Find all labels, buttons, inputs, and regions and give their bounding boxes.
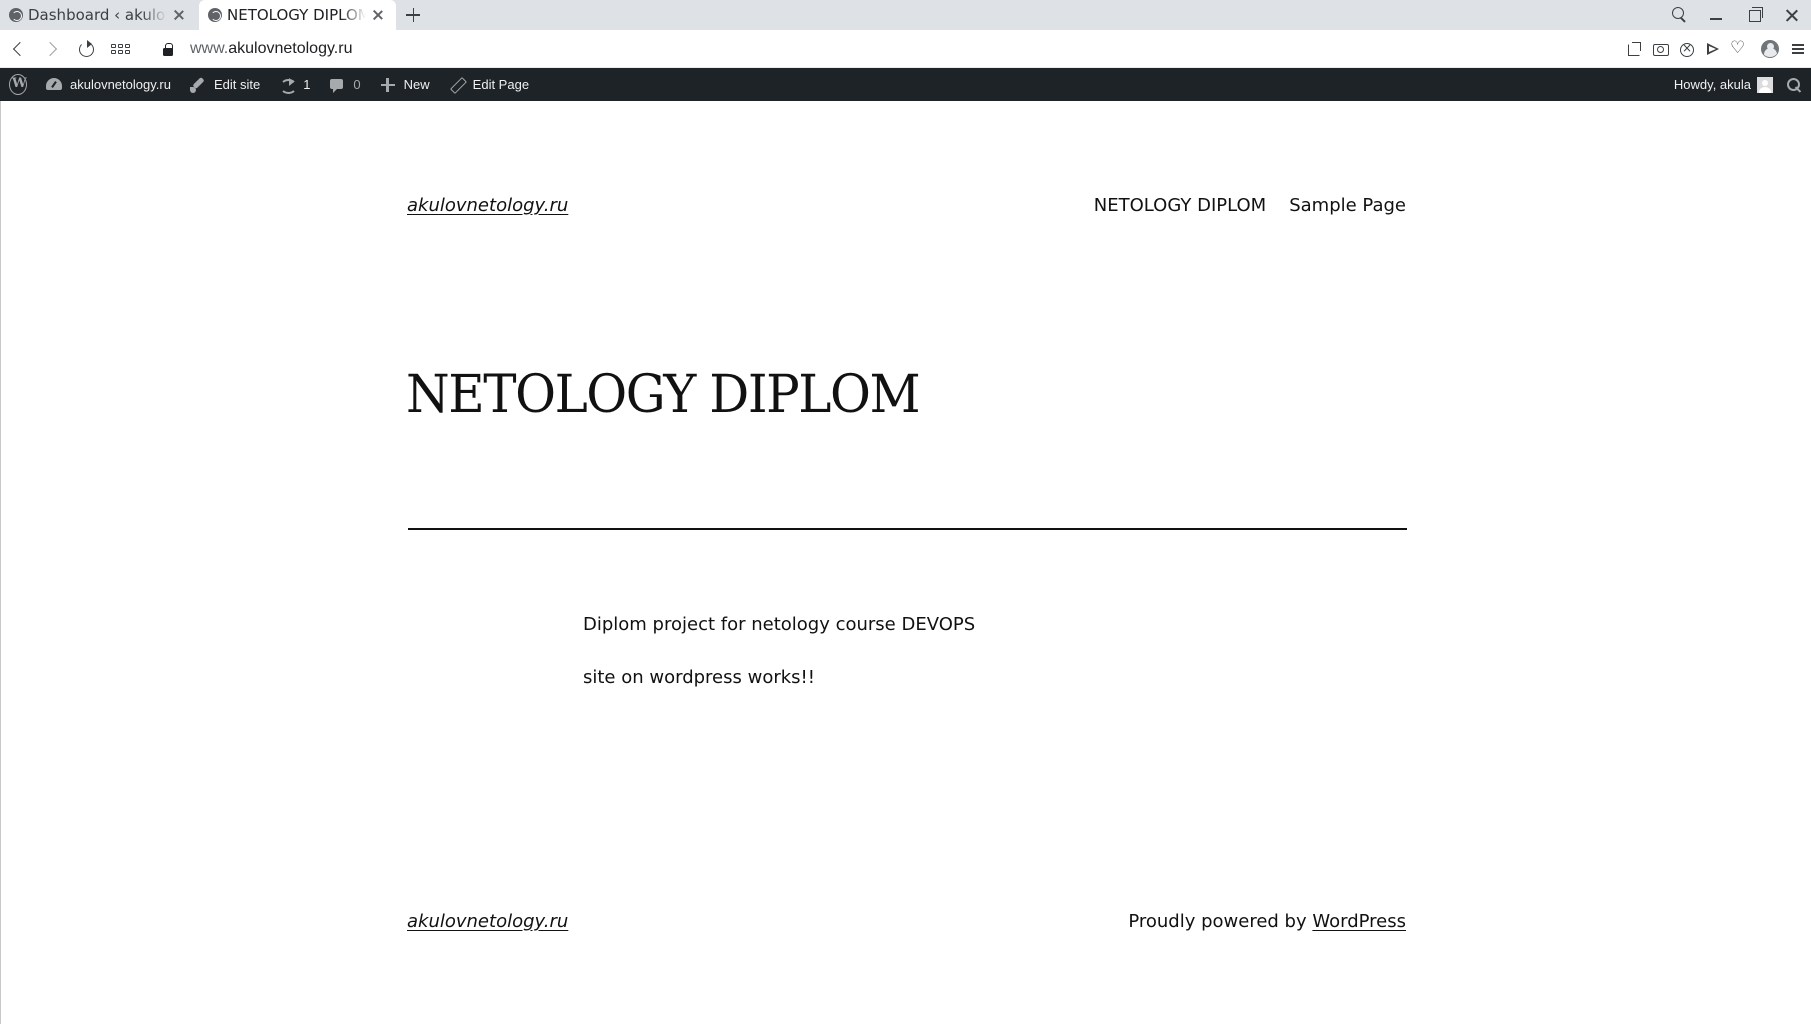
updates-count: 1 <box>303 77 311 92</box>
new-content-menu[interactable]: New <box>370 68 439 101</box>
tab-dashboard[interactable]: Dashboard ‹ akulovnetology.ru <box>0 0 197 30</box>
url-prefix: www. <box>190 39 229 57</box>
globe-icon <box>208 8 222 22</box>
url-domain: akulovnetology.ru <box>228 39 353 57</box>
share-icon[interactable] <box>1621 36 1647 62</box>
page-content: akulovnetology.ru NETOLOGY DIPLOM Sample… <box>0 101 1811 1024</box>
comments-count: 0 <box>353 77 361 92</box>
my-account-menu[interactable]: Howdy, akula <box>1665 68 1777 101</box>
new-label: New <box>403 77 430 92</box>
howdy-label: Howdy, akula <box>1673 77 1751 92</box>
address-bar[interactable]: www.akulovnetology.ru <box>190 40 352 58</box>
globe-icon <box>9 8 23 22</box>
tab-netology-diplom[interactable]: NETOLOGY DIPLOM – akulovnetology.ru <box>199 0 396 30</box>
toolbar-actions <box>1621 30 1811 68</box>
edit-page-label: Edit Page <box>472 77 530 92</box>
wordpress-link[interactable]: WordPress <box>1312 911 1406 932</box>
browser-toolbar: www.akulovnetology.ru <box>0 30 1811 68</box>
close-icon[interactable] <box>171 7 187 23</box>
tab-grid-icon[interactable] <box>104 33 136 65</box>
paragraph: Diplom project for netology course DEVOP… <box>583 614 976 635</box>
menu-icon[interactable] <box>1785 36 1811 62</box>
tab-title: NETOLOGY DIPLOM – akulovnetology.ru <box>227 6 366 24</box>
search-tabs-icon[interactable] <box>1659 1 1697 29</box>
site-name-menu[interactable]: akulovnetology.ru <box>36 68 180 101</box>
wp-admin-bar: akulovnetology.ru Edit site 1 0 New Edit… <box>0 68 1811 101</box>
shield-icon[interactable] <box>1673 36 1699 62</box>
comments-link[interactable]: 0 <box>319 68 369 101</box>
close-window-button[interactable] <box>1773 1 1811 29</box>
admin-bar-secondary: Howdy, akula <box>1665 68 1811 101</box>
reload-button[interactable] <box>70 33 102 65</box>
edit-page-link[interactable]: Edit Page <box>439 68 538 101</box>
powered-text: Proudly powered by <box>1128 911 1313 932</box>
edit-site-link[interactable]: Edit site <box>180 68 269 101</box>
powered-by: Proudly powered by WordPress <box>1128 911 1406 932</box>
forward-button[interactable] <box>36 33 68 65</box>
site-title-link[interactable]: akulovnetology.ru <box>407 195 568 216</box>
nav-item-sample-page[interactable]: Sample Page <box>1289 195 1406 216</box>
separator <box>408 528 1407 530</box>
post-content: Diplom project for netology course DEVOP… <box>583 611 975 717</box>
updates-link[interactable]: 1 <box>269 68 319 101</box>
comment-icon <box>328 76 346 94</box>
wordpress-logo-icon <box>9 74 27 95</box>
page-title: NETOLOGY DIPLOM <box>406 365 921 425</box>
tab-title: Dashboard ‹ akulovnetology.ru <box>28 6 167 24</box>
minimize-button[interactable] <box>1697 1 1735 29</box>
wp-logo-menu[interactable] <box>0 68 36 101</box>
plus-icon <box>379 76 397 94</box>
footer-site-title-link[interactable]: akulovnetology.ru <box>407 911 568 932</box>
edit-site-label: Edit site <box>213 77 261 92</box>
nav-item-netology-diplom[interactable]: NETOLOGY DIPLOM <box>1094 195 1266 216</box>
back-button[interactable] <box>2 33 34 65</box>
site-name-label: akulovnetology.ru <box>70 77 171 92</box>
avatar <box>1757 76 1773 93</box>
profile-icon[interactable] <box>1751 36 1785 62</box>
primary-navigation: NETOLOGY DIPLOM Sample Page <box>1094 195 1406 216</box>
paragraph: site on wordpress works!! <box>583 667 815 688</box>
update-icon <box>278 76 298 94</box>
close-icon[interactable] <box>370 7 386 23</box>
dashboard-icon <box>45 76 63 94</box>
window-controls <box>1659 0 1811 30</box>
tab-strip: Dashboard ‹ akulovnetology.ru NETOLOGY D… <box>0 0 1811 30</box>
send-icon[interactable] <box>1699 36 1725 62</box>
restore-button[interactable] <box>1735 1 1773 29</box>
new-tab-button[interactable] <box>398 0 428 30</box>
heart-icon[interactable] <box>1725 36 1751 62</box>
search-icon[interactable] <box>1785 76 1803 94</box>
lock-icon[interactable] <box>162 42 174 56</box>
brush-icon <box>189 76 207 94</box>
pencil-icon <box>448 76 466 94</box>
camera-icon[interactable] <box>1647 36 1673 62</box>
